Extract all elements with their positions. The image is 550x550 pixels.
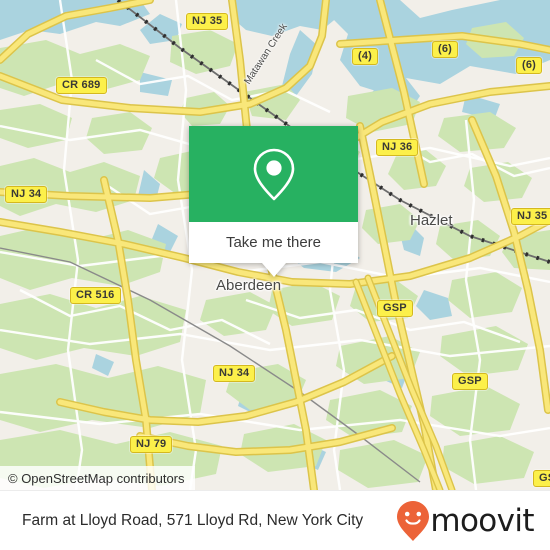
map-pin-icon (253, 148, 294, 200)
osm-attribution-text: © OpenStreetMap contributors (8, 470, 185, 486)
road-shield-6-right[interactable]: (6) (516, 57, 543, 74)
place-label-aberdeen: Aberdeen (216, 277, 282, 294)
road-shield-nj34-west[interactable]: NJ 34 (5, 186, 48, 203)
moovit-smiley-pin-icon (397, 500, 430, 541)
moovit-brand[interactable]: moovit (396, 500, 535, 542)
footer-bar: Farm at Lloyd Road, 571 Lloyd Rd, New Yo… (0, 490, 550, 550)
road-shield-nj35-east[interactable]: NJ 35 (511, 208, 550, 225)
road-shield-cr516[interactable]: CR 516 (70, 287, 121, 304)
osm-attribution[interactable]: © OpenStreetMap contributors (0, 466, 195, 490)
road-shield-nj79[interactable]: NJ 79 (130, 436, 173, 453)
take-me-there-button[interactable]: Take me there (226, 234, 321, 251)
moovit-wordmark: moovit (430, 502, 534, 539)
road-shield-cr689[interactable]: CR 689 (56, 77, 107, 94)
road-shield-gsp-edge[interactable]: GS (533, 470, 550, 487)
popup-action-bar[interactable]: Take me there (189, 222, 358, 263)
location-title: Farm at Lloyd Road, 571 Lloyd Rd, New Yo… (22, 511, 364, 529)
road-shield-4[interactable]: (4) (352, 48, 379, 65)
road-shield-6-left[interactable]: (6) (432, 41, 459, 58)
road-shield-gsp-lower[interactable]: GSP (452, 373, 488, 390)
road-shield-nj36[interactable]: NJ 36 (376, 139, 419, 156)
road-shield-gsp-upper[interactable]: GSP (377, 300, 413, 317)
road-shield-nj35-north[interactable]: NJ 35 (186, 13, 229, 30)
popup-header (189, 126, 358, 222)
place-label-hazlet: Hazlet (410, 212, 453, 229)
popup-tail (261, 263, 286, 277)
moovit-map-screen: Hazlet Aberdeen Matawan Creek NJ 35 (4) … (0, 0, 550, 550)
road-shield-nj34-south[interactable]: NJ 34 (213, 365, 256, 382)
footer-map-watermark (0, 490, 550, 491)
location-popup-card[interactable]: Take me there (189, 126, 358, 277)
